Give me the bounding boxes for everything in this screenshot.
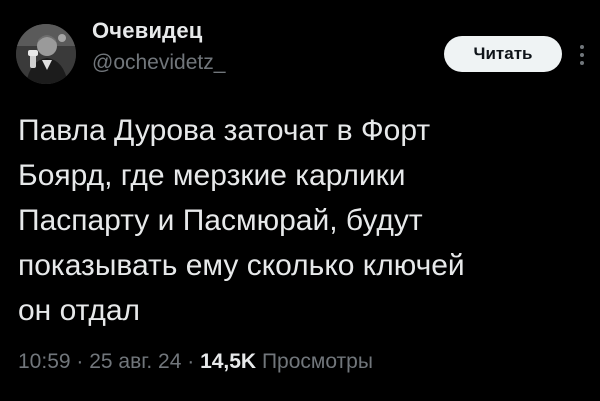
avatar-image <box>16 24 76 84</box>
follow-button[interactable]: Читать <box>444 36 562 72</box>
views-count[interactable]: 14,5K <box>200 350 256 373</box>
more-vertical-icon[interactable] <box>576 40 588 70</box>
tweet-text: Павла Дурова заточат в Форт Боярд, где м… <box>18 114 465 327</box>
author-handle[interactable]: @ochevidetz_ <box>92 51 225 75</box>
meta-separator: · <box>181 350 201 373</box>
tweet-date[interactable]: 25 авг. 24 <box>89 350 181 373</box>
tweet-card: Очевидец @ochevidetz_ Читать Павла Дуров… <box>0 0 600 401</box>
meta-separator: · <box>70 350 90 373</box>
avatar[interactable] <box>16 24 76 84</box>
views-label: Просмотры <box>261 350 373 373</box>
tweet-meta: 10:59 · 25 авг. 24 · 14,5K Просмотры <box>18 350 373 374</box>
tweet-time[interactable]: 10:59 <box>18 350 71 373</box>
author-display-name[interactable]: Очевидец <box>92 18 203 44</box>
